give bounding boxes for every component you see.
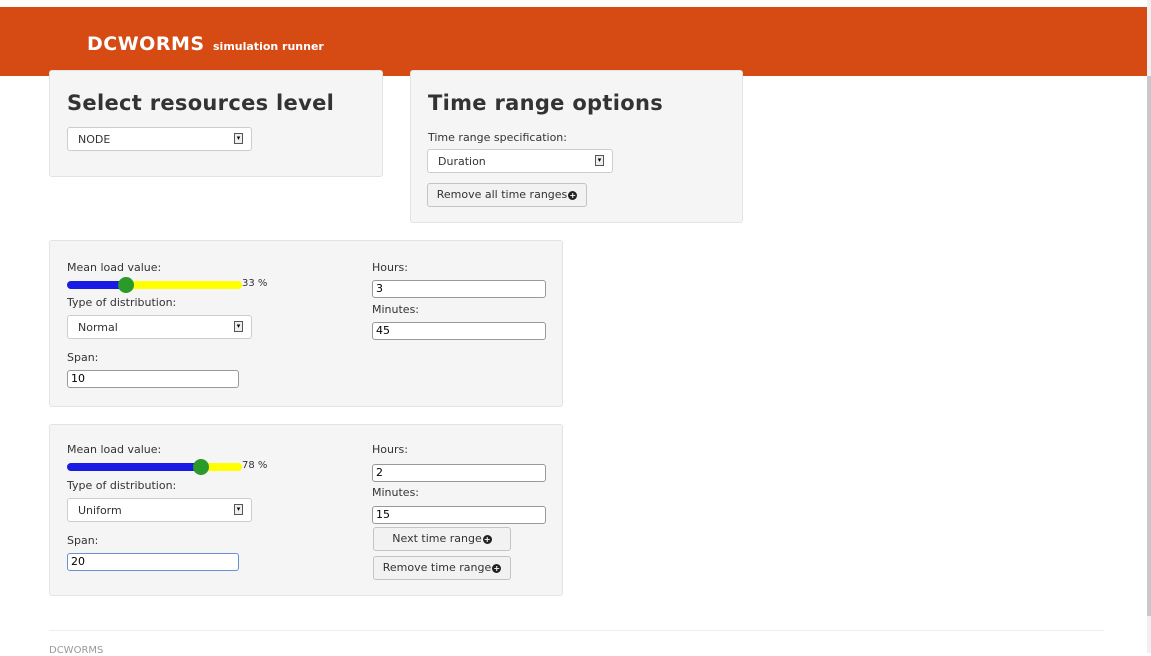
minutes-label: Minutes:	[372, 303, 420, 316]
resources-panel: Select resources level NODE ▾	[49, 70, 383, 177]
mean-load-slider[interactable]: 33 %	[67, 277, 267, 293]
hours-label: Hours:	[372, 443, 408, 456]
span-label: Span:	[67, 534, 99, 547]
distribution-value: Normal	[78, 321, 118, 334]
page-scrollbar-thumb[interactable]	[1147, 76, 1151, 616]
dropdown-arrow-icon: ▾	[595, 155, 604, 166]
navbar: DCWORMS simulation runner	[0, 7, 1147, 76]
brand-subtitle: simulation runner	[213, 40, 324, 53]
plus-circle-icon: +	[568, 190, 578, 200]
mean-load-percent: 78 %	[242, 460, 268, 471]
mean-load-percent: 33 %	[242, 278, 268, 289]
footer-text: DCWORMS	[49, 645, 104, 656]
plus-circle-icon: +	[492, 563, 502, 573]
span-input[interactable]: 20	[67, 553, 239, 571]
time-range-panel-2: Mean load value: 78 % Type of distributi…	[49, 424, 563, 596]
slider-fill	[67, 463, 201, 471]
dropdown-arrow-icon: ▾	[234, 133, 243, 144]
next-time-range-button[interactable]: Next time range +	[373, 527, 511, 551]
minutes-input[interactable]: 15	[372, 506, 546, 524]
hours-input[interactable]: 2	[372, 464, 546, 482]
slider-handle[interactable]	[193, 459, 209, 475]
slider-handle[interactable]	[118, 277, 134, 293]
window-top-strip	[0, 0, 1151, 7]
next-time-range-label: Next time range	[392, 532, 482, 545]
resource-level-select[interactable]: NODE ▾	[67, 127, 252, 151]
time-spec-value: Duration	[438, 155, 486, 168]
distribution-select[interactable]: Uniform ▾	[67, 498, 252, 522]
span-label: Span:	[67, 351, 99, 364]
distribution-select[interactable]: Normal ▾	[67, 315, 252, 339]
mean-load-slider[interactable]: 78 %	[67, 459, 267, 475]
mean-load-label: Mean load value:	[67, 261, 162, 274]
brand-logo[interactable]: DCWORMS	[87, 33, 205, 55]
hours-input[interactable]: 3	[372, 280, 546, 298]
distribution-label: Type of distribution:	[67, 479, 177, 492]
time-spec-label: Time range specification:	[428, 131, 567, 144]
distribution-label: Type of distribution:	[67, 296, 177, 309]
mean-load-label: Mean load value:	[67, 443, 162, 456]
remove-time-range-button[interactable]: Remove time range +	[373, 556, 511, 580]
time-options-panel: Time range options Time range specificat…	[410, 70, 743, 223]
resources-title: Select resources level	[67, 91, 335, 115]
time-options-title: Time range options	[428, 91, 663, 115]
remove-all-label: Remove all time ranges	[436, 188, 568, 201]
minutes-label: Minutes:	[372, 486, 420, 499]
distribution-value: Uniform	[78, 504, 122, 517]
time-range-panel-1: Mean load value: 33 % Type of distributi…	[49, 240, 563, 407]
remove-time-range-label: Remove time range	[382, 561, 492, 574]
resource-level-value: NODE	[78, 133, 111, 146]
hours-label: Hours:	[372, 261, 408, 274]
dropdown-arrow-icon: ▾	[234, 321, 243, 332]
plus-circle-icon: +	[482, 534, 492, 544]
minutes-input[interactable]: 45	[372, 322, 546, 340]
footer-divider	[49, 630, 1104, 631]
span-input[interactable]: 10	[67, 370, 239, 388]
time-spec-select[interactable]: Duration ▾	[427, 149, 613, 173]
dropdown-arrow-icon: ▾	[234, 504, 243, 515]
remove-all-time-ranges-button[interactable]: Remove all time ranges +	[427, 183, 587, 207]
